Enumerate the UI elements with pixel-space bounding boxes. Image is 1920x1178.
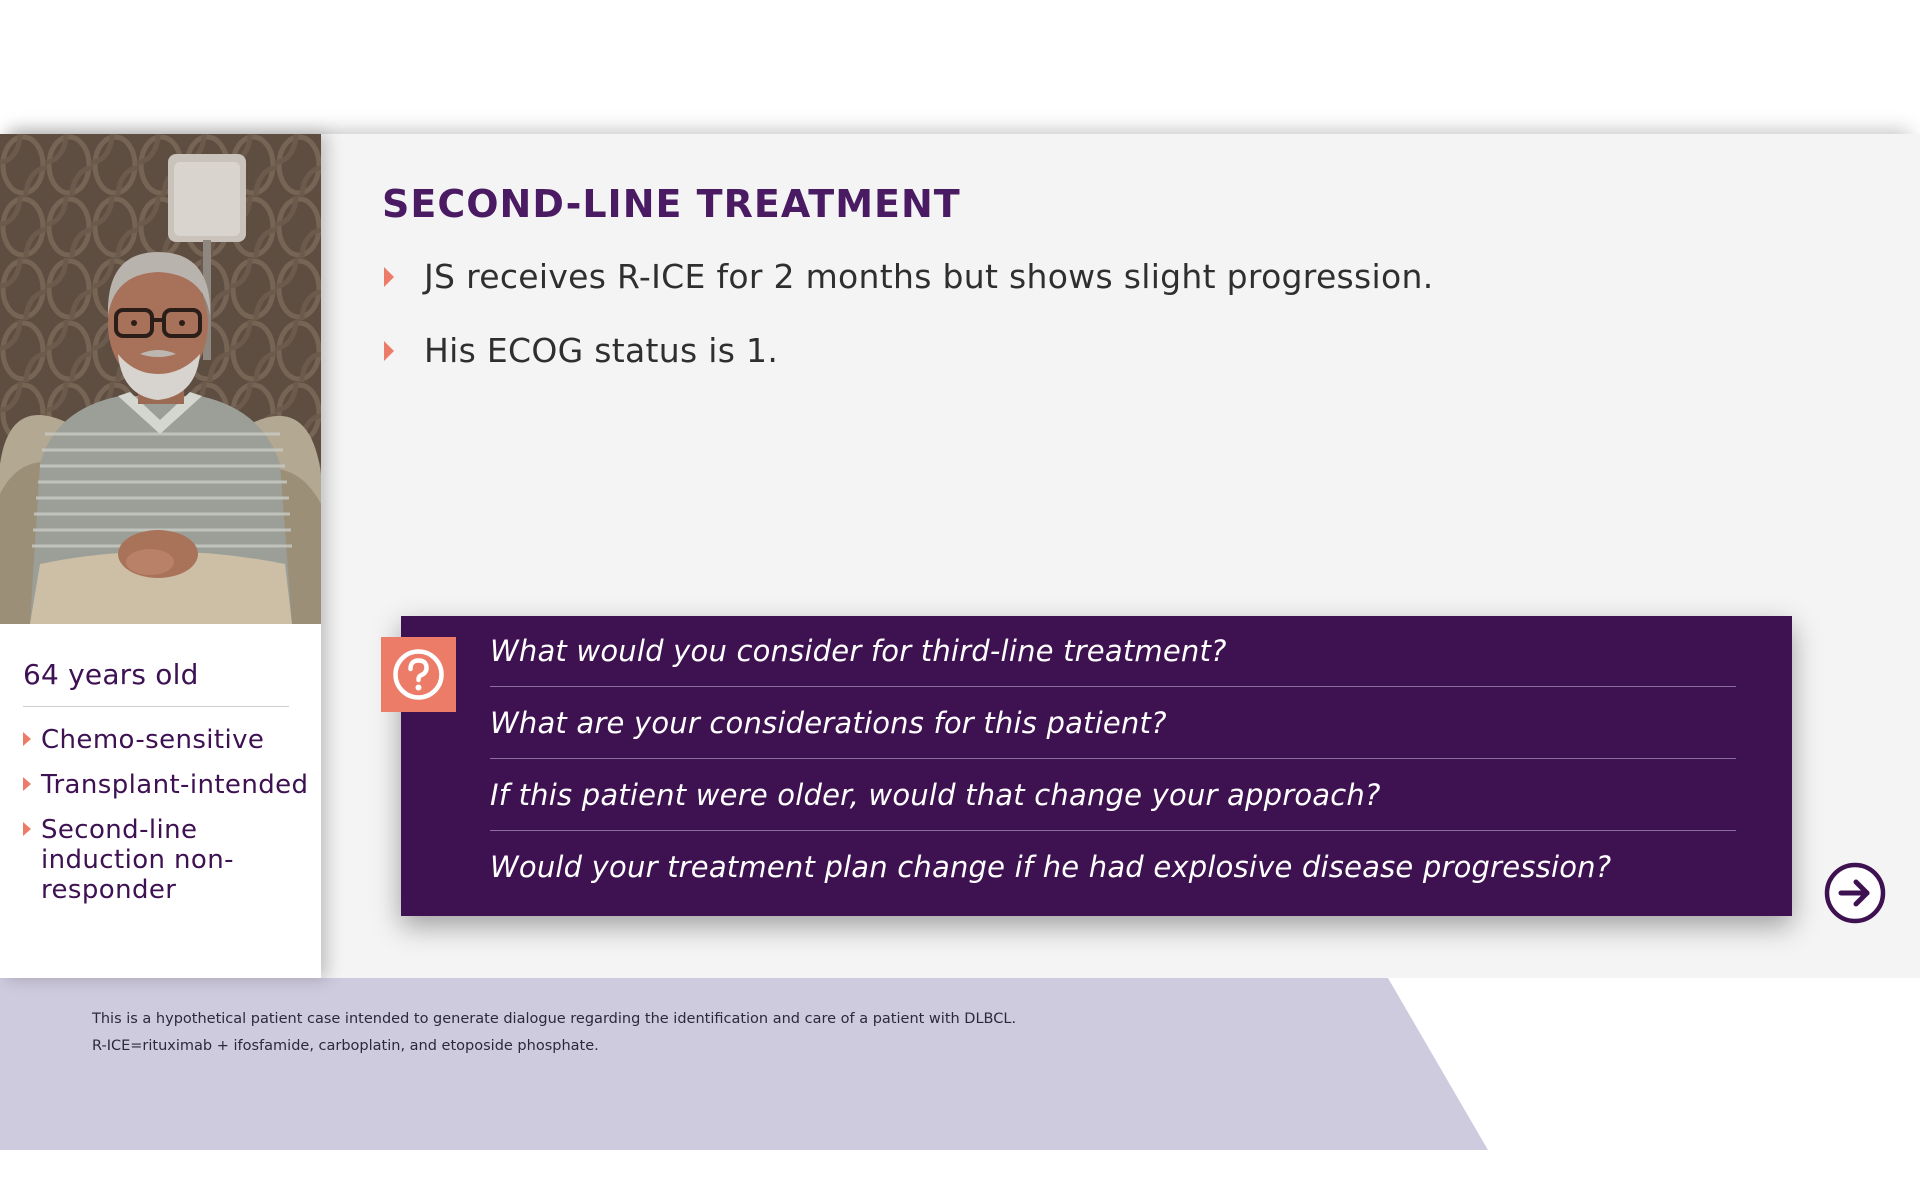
question-item: If this patient were older, would that c…: [490, 760, 1736, 831]
bullet-item: His ECOG status is 1.: [382, 326, 1434, 400]
next-slide-button[interactable]: [1823, 861, 1887, 925]
trait-label: Transplant-intended: [41, 770, 309, 800]
slide-title: SECOND-LINE TREATMENT: [382, 182, 961, 226]
caret-right-icon: [23, 777, 31, 791]
patient-profile-panel: 64 years old Chemo-sensitive Transplant-…: [0, 134, 321, 978]
questions-list: What would you consider for third-line t…: [490, 616, 1736, 903]
trait-item: Second-line induction non-responder: [23, 815, 313, 905]
bullet-item: JS receives R-ICE for 2 months but shows…: [382, 252, 1434, 326]
question-mark-icon: [381, 637, 456, 712]
bullet-text: JS receives R-ICE for 2 months but shows…: [424, 257, 1434, 296]
footer-band: [0, 978, 1488, 1150]
caret-right-icon: [23, 732, 31, 746]
trait-item: Chemo-sensitive: [23, 725, 313, 755]
trait-label: Chemo-sensitive: [41, 725, 265, 755]
bullet-text: His ECOG status is 1.: [424, 331, 779, 370]
caret-right-icon: [23, 822, 31, 836]
arrow-right-circle-icon: [1824, 862, 1886, 924]
divider: [23, 706, 289, 707]
patient-traits-list: Chemo-sensitive Transplant-intended Seco…: [23, 725, 313, 920]
footnotes: This is a hypothetical patient case inte…: [92, 1006, 1016, 1060]
question-item: What would you consider for third-line t…: [490, 616, 1736, 687]
footnote-disclaimer: This is a hypothetical patient case inte…: [92, 1011, 1017, 1027]
footnote-abbreviation: R-ICE=rituximab + ifosfamide, carboplati…: [92, 1038, 599, 1054]
caret-right-icon: [384, 267, 394, 287]
question-item: Would your treatment plan change if he h…: [490, 850, 1612, 884]
trait-item: Transplant-intended: [23, 770, 313, 800]
slide-bullets: JS receives R-ICE for 2 months but shows…: [382, 252, 1434, 400]
trait-label: Second-line induction non-responder: [41, 815, 234, 905]
question-item: What are your considerations for this pa…: [490, 688, 1736, 759]
caret-right-icon: [384, 341, 394, 361]
patient-age: 64 years old: [23, 658, 199, 691]
patient-photo: [0, 134, 321, 624]
